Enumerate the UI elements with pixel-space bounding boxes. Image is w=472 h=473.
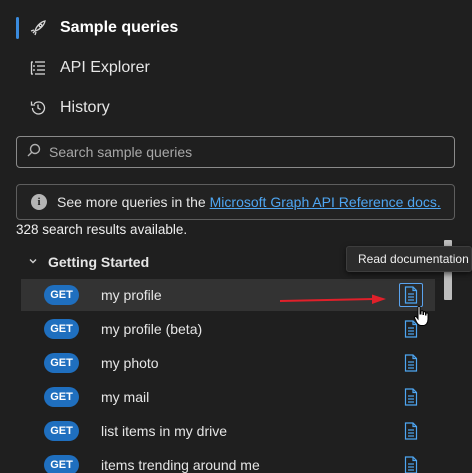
query-label: list items in my drive xyxy=(101,423,228,439)
search-box[interactable] xyxy=(16,136,455,168)
read-documentation-button[interactable] xyxy=(399,419,423,443)
nav-item-label: API Explorer xyxy=(60,59,150,76)
results-count: 328 search results available. xyxy=(16,222,188,237)
document-icon xyxy=(404,354,418,372)
document-icon xyxy=(404,422,418,440)
query-row[interactable]: GET my photo xyxy=(21,347,435,379)
tooltip: Read documentation xyxy=(346,246,472,272)
query-label: my profile (beta) xyxy=(101,321,203,337)
nav-item-label: History xyxy=(60,99,110,116)
query-row[interactable]: GET my mail xyxy=(21,381,435,413)
document-icon xyxy=(404,286,418,304)
hand-cursor-icon xyxy=(413,305,429,326)
method-badge: GET xyxy=(44,421,79,441)
group-label: Getting Started xyxy=(48,254,150,270)
list-tree-icon xyxy=(26,59,50,77)
nav-item-api-explorer[interactable]: API Explorer xyxy=(16,51,456,85)
info-icon: i xyxy=(31,194,47,210)
rocket-icon xyxy=(26,19,50,37)
read-documentation-button[interactable] xyxy=(399,453,423,473)
nav-item-sample-queries[interactable]: Sample queries xyxy=(16,11,456,45)
info-message-bar: i See more queries in the Microsoft Grap… xyxy=(16,184,455,220)
info-text: See more queries in the xyxy=(57,194,206,210)
nav-item-label: Sample queries xyxy=(60,19,179,36)
search-input[interactable] xyxy=(49,144,429,160)
chevron-down-icon xyxy=(28,256,38,269)
method-badge: GET xyxy=(44,353,79,373)
document-icon xyxy=(404,456,418,473)
method-badge: GET xyxy=(44,285,79,305)
search-icon xyxy=(27,143,41,162)
query-label: my profile xyxy=(101,287,162,303)
read-documentation-button[interactable] xyxy=(399,351,423,375)
query-label: my photo xyxy=(101,355,159,371)
query-label: items trending around me xyxy=(101,457,260,473)
method-badge: GET xyxy=(44,319,79,339)
history-icon xyxy=(26,99,50,117)
annotation-arrow xyxy=(279,294,386,304)
group-header-getting-started[interactable]: Getting Started xyxy=(28,252,149,272)
document-icon xyxy=(404,388,418,406)
method-badge: GET xyxy=(44,387,79,407)
query-row[interactable]: GET my profile (beta) xyxy=(21,313,435,345)
graph-api-reference-link[interactable]: Microsoft Graph API Reference docs. xyxy=(210,194,441,210)
method-badge: GET xyxy=(44,455,79,473)
nav-item-history[interactable]: History xyxy=(16,91,456,125)
results-scrollbar[interactable] xyxy=(441,238,455,473)
read-documentation-button[interactable] xyxy=(399,283,423,307)
read-documentation-button[interactable] xyxy=(399,385,423,409)
query-row[interactable]: GET list items in my drive xyxy=(21,415,435,447)
query-row[interactable]: GET items trending around me xyxy=(21,449,435,473)
query-label: my mail xyxy=(101,389,150,405)
